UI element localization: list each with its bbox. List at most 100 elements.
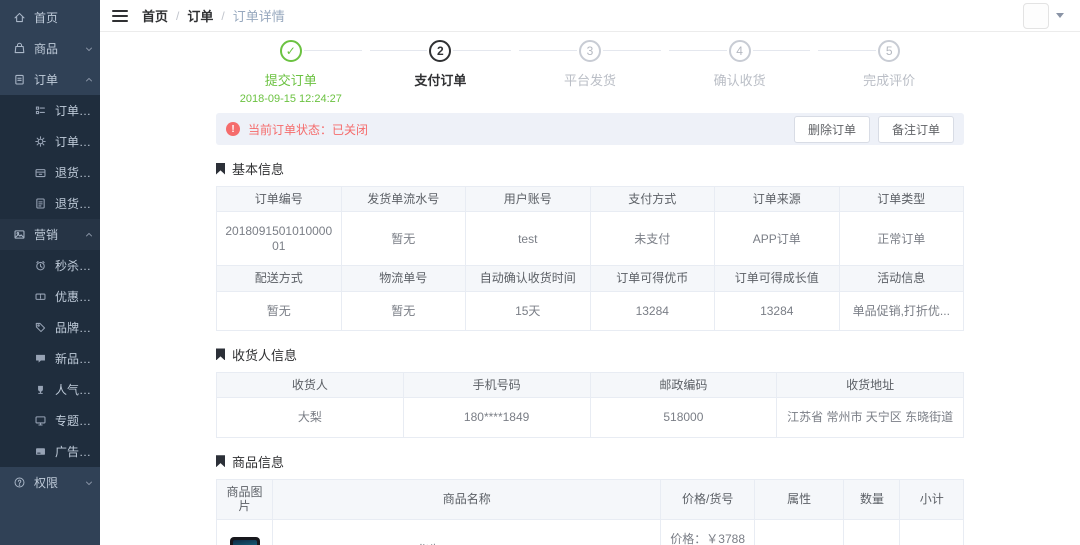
sidebar-item-topic-recommend[interactable]: 专题推荐 <box>0 405 100 436</box>
step-label: 完成评价 <box>814 70 964 89</box>
header-cell: 订单可得优币 <box>590 266 715 291</box>
sidebar-item-label: 退货原因设置 <box>55 195 94 212</box>
step-platform-ship: 3 平台发货 <box>515 40 665 105</box>
order-settings-icon <box>34 135 47 148</box>
marketing-icon <box>13 228 26 241</box>
sidebar-item-permissions[interactable]: 权限 <box>0 467 100 498</box>
sidebar-item-orders[interactable]: 订单 <box>0 64 100 95</box>
step-number: 2 <box>429 40 451 62</box>
table-row: 配送方式 物流单号 自动确认收货时间 订单可得优币 订单可得成长值 活动信息 <box>217 266 964 291</box>
hamburger-menu-icon[interactable] <box>112 10 128 22</box>
goods-info-title: 商品信息 <box>216 452 964 471</box>
product-image-cell <box>217 519 273 545</box>
sidebar-item-coupon-list[interactable]: 优惠券列表 <box>0 281 100 312</box>
header-cell: 订单类型 <box>839 187 964 212</box>
coupon-icon <box>34 290 47 303</box>
receiver-info-title: 收货人信息 <box>216 345 964 364</box>
brand-icon <box>34 321 47 334</box>
bookmark-icon <box>216 455 225 467</box>
sidebar-item-label: 优惠券列表 <box>55 288 94 305</box>
breadcrumb-current: 订单详情 <box>233 6 285 25</box>
header-cell: 属性 <box>754 479 844 519</box>
chevron-up-icon <box>84 75 94 85</box>
sidebar-item-order-settings[interactable]: 订单设置 <box>0 126 100 157</box>
step-number: 5 <box>878 40 900 62</box>
value-cell: 13284 <box>590 291 715 330</box>
user-dropdown[interactable] <box>1023 3 1064 29</box>
order-list-icon <box>34 104 47 117</box>
chevron-down-icon <box>84 44 94 54</box>
sidebar: 首页 商品 订单 订单列表 <box>0 0 100 545</box>
header-cell: 邮政编码 <box>590 372 777 397</box>
sidebar-item-ad-list[interactable]: 广告列表 <box>0 436 100 467</box>
sidebar-item-order-list[interactable]: 订单列表 <box>0 95 100 126</box>
value-cell: 13284 <box>715 291 840 330</box>
value-cell: 暂无 <box>341 291 466 330</box>
order-status-alert: ! 当前订单状态：已关闭 删除订单 备注订单 <box>216 113 964 145</box>
header-cell: 数量 <box>844 479 900 519</box>
breadcrumb-home[interactable]: 首页 <box>142 6 168 25</box>
app-window: 首页 商品 订单 订单列表 <box>0 0 1080 545</box>
header-cell: 自动确认收货时间 <box>466 266 591 291</box>
chevron-up-icon <box>84 230 94 240</box>
delete-order-button[interactable]: 删除订单 <box>794 116 870 143</box>
step-date: 2018-09-15 12:24:27 <box>216 93 366 105</box>
product-name-cell: 华为 HUAWEI P20 品牌：华为 <box>273 519 661 545</box>
sidebar-item-return-reason[interactable]: 退货原因设置 <box>0 188 100 219</box>
sidebar-item-marketing[interactable]: 营销 <box>0 219 100 250</box>
sidebar-item-label: 专题推荐 <box>55 412 94 429</box>
sidebar-item-label: 订单设置 <box>55 133 94 150</box>
header-cell: 收货人 <box>217 372 404 397</box>
value-cell: 单品促销,打折优... <box>839 291 964 330</box>
header-cell: 活动信息 <box>839 266 964 291</box>
return-reason-icon <box>34 197 47 210</box>
value-cell: 180****1849 <box>403 398 590 437</box>
step-submit-order: ✓ 提交订单 2018-09-15 12:24:27 <box>216 40 366 105</box>
value-cell: 正常订单 <box>839 212 964 266</box>
note-order-button[interactable]: 备注订单 <box>878 116 954 143</box>
chevron-down-icon <box>84 478 94 488</box>
header-cell: 订单来源 <box>715 187 840 212</box>
sidebar-item-goods[interactable]: 商品 <box>0 33 100 64</box>
permission-icon <box>13 476 26 489</box>
sidebar-item-home[interactable]: 首页 <box>0 2 100 33</box>
flash-sale-icon <box>34 259 47 272</box>
home-icon <box>13 11 26 24</box>
main-area: 首页 / 订单 / 订单详情 ✓ 提交订单 2018-09-15 12:24:2… <box>100 0 1080 545</box>
breadcrumb-orders[interactable]: 订单 <box>187 6 213 25</box>
breadcrumb-separator: / <box>176 9 179 23</box>
breadcrumb-separator: / <box>221 9 224 23</box>
header-cell: 手机号码 <box>403 372 590 397</box>
value-cell: 大梨 <box>217 398 404 437</box>
goods-icon <box>13 42 26 55</box>
header-cell: 商品图片 <box>217 479 273 519</box>
value-cell: 518000 <box>590 398 777 437</box>
order-status-text: 当前订单状态：已关闭 <box>248 121 368 138</box>
sidebar-item-brand-recommend[interactable]: 品牌推荐 <box>0 312 100 343</box>
sidebar-item-new-product-recommend[interactable]: 新品推荐 <box>0 343 100 374</box>
sidebar-item-label: 首页 <box>34 9 58 26</box>
ad-icon <box>34 445 47 458</box>
order-icon <box>13 73 26 86</box>
sidebar-item-label: 秒杀活动列表 <box>55 257 94 274</box>
header-cell: 商品名称 <box>273 479 661 519</box>
sidebar-item-flash-sale[interactable]: 秒杀活动列表 <box>0 250 100 281</box>
goods-info-table: 商品图片 商品名称 价格/货号 属性 数量 小计 华为 HUAWEI P20 <box>216 479 964 545</box>
header-cell: 支付方式 <box>590 187 715 212</box>
sidebar-item-return-request[interactable]: 退货申请处理 <box>0 157 100 188</box>
step-label: 平台发货 <box>515 70 665 89</box>
sidebar-item-label: 广告列表 <box>55 443 94 460</box>
receiver-info-table: 收货人 手机号码 邮政编码 收货地址 大梨 180****1849 518000… <box>216 372 964 438</box>
breadcrumb: 首页 / 订单 / 订单详情 <box>142 6 285 25</box>
table-row: 订单编号 发货单流水号 用户账号 支付方式 订单来源 订单类型 <box>217 187 964 212</box>
sidebar-item-label: 营销 <box>34 226 58 243</box>
step-check-icon: ✓ <box>280 40 302 62</box>
table-row: 收货人 手机号码 邮政编码 收货地址 <box>217 372 964 397</box>
sidebar-item-hot-recommend[interactable]: 人气推荐 <box>0 374 100 405</box>
step-pay-order: 2 支付订单 <box>366 40 516 105</box>
table-row: 华为 HUAWEI P20 品牌：华为 价格：￥3788 货号：6946605 … <box>217 519 964 545</box>
qty-cell: 1 <box>844 519 900 545</box>
topbar: 首页 / 订单 / 订单详情 <box>100 0 1080 32</box>
basic-info-title: 基本信息 <box>216 159 964 178</box>
step-number: 3 <box>579 40 601 62</box>
